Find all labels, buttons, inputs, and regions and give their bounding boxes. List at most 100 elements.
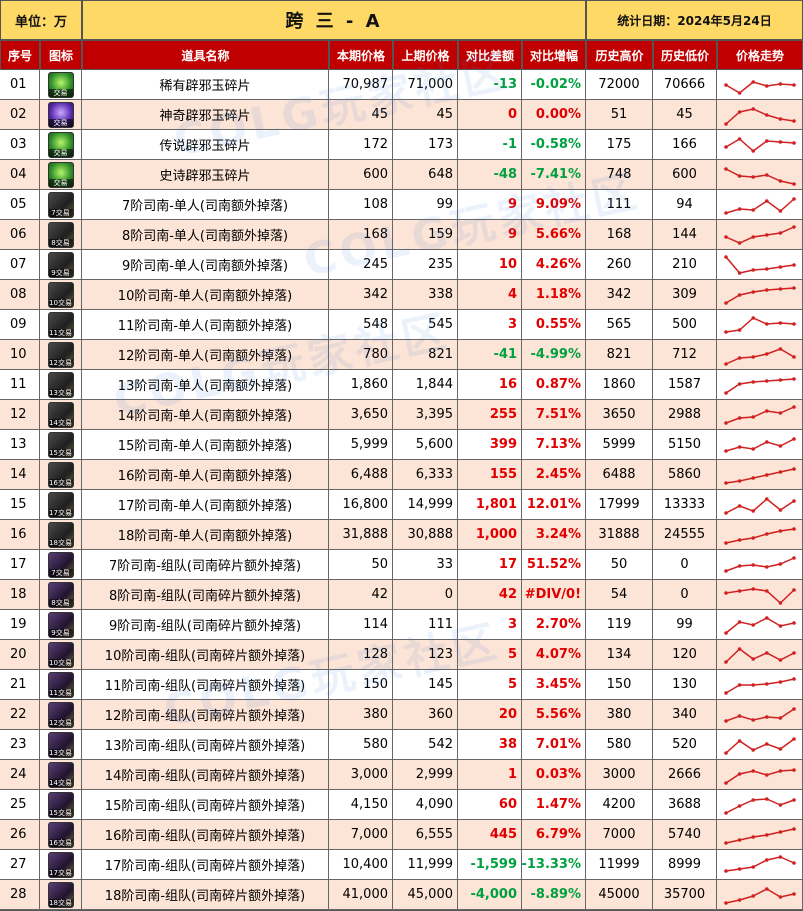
sparkline-point [764,472,769,477]
sparkline-point [750,315,755,320]
current-price: 172 [329,130,393,160]
item-name: 15阶司南-单人(司南额外掉落) [82,430,329,460]
history-high: 580 [586,730,653,760]
sparkline-point [778,600,782,605]
sparkline-line [725,768,794,784]
history-high: 3650 [586,400,653,430]
history-high: 111 [586,190,653,220]
compass-15-icon: 15交易 [47,431,74,458]
sparkline [723,346,796,366]
current-price: 6,488 [329,460,393,490]
current-price: 3,000 [329,760,393,790]
price-difference: -13 [458,70,522,100]
sparkline-point [723,82,728,87]
price-difference: -48 [458,160,522,190]
change-percent: 3.24% [522,520,586,550]
row-index: 18 [0,580,40,610]
sparkline-point [737,478,741,483]
previous-price: 235 [393,250,458,280]
sparkline-point [791,620,796,625]
history-high: 17999 [586,490,653,520]
icon-tag: 13交易 [48,388,73,397]
sparkline-point [750,234,755,239]
sparkline-line [725,556,794,572]
sparkline-line [725,405,794,424]
sparkline-point [737,415,741,420]
row-index: 28 [0,880,40,910]
history-low: 24555 [653,520,717,550]
sparkline-point [764,198,769,203]
change-percent: 0.55% [522,310,586,340]
previous-price: 338 [393,280,458,310]
price-table: 单位：万 跨 三 - A 统计日期：2024年5月24日 序号 图标 道具名称 … [0,0,803,911]
item-name: 9阶司南-组队(司南碎片额外掉落) [82,610,329,640]
history-high: 50 [586,550,653,580]
table-row: 20 10交易 10阶司南-组队(司南碎片额外掉落) 128 123 5 4.07% 134 1… [0,640,803,670]
item-icon-cell: 11交易 [40,310,82,340]
item-name: 7阶司南-单人(司南额外掉落) [82,190,329,220]
icon-tag: 11交易 [48,688,73,697]
sparkline-point [737,682,741,687]
icon-tag: 18交易 [48,538,73,547]
previous-price: 6,333 [393,460,458,490]
sparkline-point [737,503,741,508]
history-high: 54 [586,580,653,610]
previous-price: 45 [393,100,458,130]
item-icon-cell: 15交易 [40,790,82,820]
sparkline-point [791,354,796,359]
price-difference: 17 [458,550,522,580]
current-price: 16,800 [329,490,393,520]
table-row: 06 8交易 8阶司南-单人(司南额外掉落) 168 159 9 5.66% 168 144 [0,220,803,250]
history-low: 70666 [653,70,717,100]
team-compass-9-icon: 9交易 [47,611,74,638]
price-trend-cell [717,610,803,640]
sparkline-line [725,467,794,484]
sparkline-point [791,891,796,896]
sparkline-point [764,138,769,143]
price-trend-cell [717,580,803,610]
sparkline-point [791,82,796,87]
sparkline-point [764,772,769,777]
sparkline-point [778,286,782,291]
table-row: 21 11交易 11阶司南-组队(司南碎片额外掉落) 150 145 5 3.45% 150 1… [0,670,803,700]
sparkline-point [737,136,741,141]
sparkline-point [791,498,796,503]
row-index: 22 [0,700,40,730]
price-difference: 155 [458,460,522,490]
sparkline-line [725,616,794,634]
row-index: 21 [0,670,40,700]
sparkline-point [764,378,769,383]
row-index: 09 [0,310,40,340]
sparkline-line [725,197,794,214]
sparkline-point [778,410,782,415]
sparkline-line [725,286,794,304]
item-icon-cell: 17交易 [40,490,82,520]
sparkline-line [725,80,794,94]
price-difference: 5 [458,640,522,670]
price-trend-cell [717,670,803,700]
sparkline-point [737,897,741,902]
history-low: 1587 [653,370,717,400]
sparkline [723,555,796,573]
price-trend-cell [717,100,803,130]
sparkline-point [778,230,782,235]
row-index: 16 [0,520,40,550]
team-compass-15-icon: 15交易 [47,791,74,818]
price-trend-cell [717,70,803,100]
change-percent: 0.00% [522,100,586,130]
price-difference: 60 [458,790,522,820]
team-compass-8-icon: 8交易 [47,581,74,608]
icon-tag: 17交易 [48,508,73,517]
history-high: 3000 [586,760,653,790]
icon-tag: 交易 [48,178,73,187]
item-icon-cell: 交易 [40,70,82,100]
sparkline-point [778,377,782,382]
icon-tag: 16交易 [48,478,73,487]
price-difference: 16 [458,370,522,400]
sparkline-point [750,414,755,419]
current-price: 150 [329,670,393,700]
history-low: 99 [653,610,717,640]
green-jade-shard-icon: 交易 [47,161,74,188]
change-percent: 4.26% [522,250,586,280]
green-jade-shard-icon: 交易 [47,131,74,158]
